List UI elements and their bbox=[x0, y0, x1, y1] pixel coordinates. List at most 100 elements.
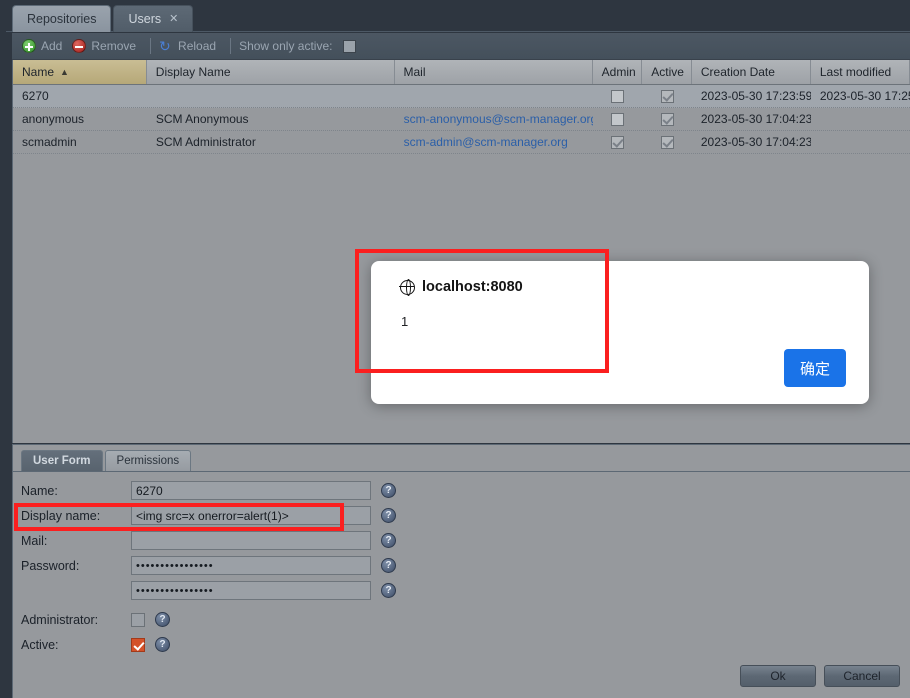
grid-column-header-display_name[interactable]: Display Name bbox=[147, 60, 395, 84]
grid-column-label: Admin bbox=[601, 65, 636, 79]
remove-button-label: Remove bbox=[91, 39, 137, 53]
input-password[interactable] bbox=[131, 556, 371, 575]
input-password-confirm[interactable] bbox=[131, 581, 371, 600]
grid-column-header-name[interactable]: Name ▲ bbox=[13, 60, 147, 84]
form-field-label: Password: bbox=[21, 558, 80, 573]
cell-last_modified: 2023-05-30 17:25: bbox=[819, 89, 910, 103]
tab-repositories[interactable]: Repositories bbox=[12, 5, 112, 32]
help-icon[interactable]: ? bbox=[381, 483, 396, 498]
cancel-button[interactable]: Cancel bbox=[824, 665, 900, 687]
close-icon[interactable]: ✕ bbox=[169, 13, 178, 25]
tab-user-form-label: User Form bbox=[33, 455, 91, 467]
form-button-row: Ok Cancel bbox=[740, 665, 900, 687]
toolbar-separator-2 bbox=[230, 38, 232, 54]
form-row: Name:? bbox=[13, 478, 910, 503]
cell-name: anonymous bbox=[22, 112, 85, 126]
sort-ascending-icon: ▲ bbox=[60, 67, 69, 77]
form-field-label: Name: bbox=[21, 483, 58, 498]
cell-mail bbox=[395, 85, 593, 107]
show-only-active-label: Show only active: bbox=[239, 39, 333, 53]
grid-column-header-last_modified[interactable]: Last modified bbox=[811, 60, 910, 84]
grid-header-row: Name ▲ Display Name Mail Admin Active Creation… bbox=[13, 60, 910, 85]
form-fields: Name:?Display name:?Mail:?Password:?? bbox=[13, 472, 910, 603]
cell-creation_date: 2023-05-30 17:04:23 bbox=[700, 112, 811, 126]
cell-creation_date: 2023-05-30 17:04:23 bbox=[700, 135, 811, 149]
help-icon[interactable]: ? bbox=[155, 612, 170, 627]
grid-column-label: Creation Date bbox=[700, 65, 775, 79]
grid-column-label: Display Name bbox=[155, 65, 231, 79]
active-checkbox bbox=[660, 112, 674, 126]
grid-column-label: Name bbox=[22, 65, 55, 79]
checkbox-active[interactable] bbox=[131, 637, 145, 652]
table-row[interactable]: anonymous SCM Anonymous scm-anonymous@scm-… bbox=[13, 108, 910, 131]
tab-users[interactable]: Users ✕ bbox=[113, 5, 194, 32]
alert-ok-button[interactable]: 确定 bbox=[783, 349, 846, 387]
tab-users-label: Users bbox=[128, 12, 162, 26]
active-checkbox bbox=[660, 89, 674, 103]
admin-checkbox bbox=[611, 135, 625, 149]
form-field-label: Mail: bbox=[21, 533, 48, 548]
grid-column-header-active[interactable]: Active bbox=[642, 60, 692, 84]
input-display-name[interactable] bbox=[131, 506, 371, 525]
cell-display_name: SCM Anonymous bbox=[155, 112, 249, 126]
show-only-active-control[interactable]: Show only active: bbox=[237, 35, 364, 57]
cell-display_name bbox=[147, 85, 395, 107]
grid-column-header-creation_date[interactable]: Creation Date bbox=[692, 60, 811, 84]
tab-strip-left-edge bbox=[0, 0, 6, 32]
checkbox-administrator[interactable] bbox=[131, 612, 145, 627]
application-window: Repositories Users ✕ Add Remove ↻ Reload… bbox=[0, 0, 910, 698]
admin-checkbox bbox=[611, 112, 625, 126]
cell-active bbox=[642, 131, 692, 153]
cell-last_modified bbox=[811, 108, 910, 130]
browser-alert-dialog: localhost:8080 1 确定 bbox=[371, 261, 869, 404]
ok-button[interactable]: Ok bbox=[740, 665, 816, 687]
cell-admin bbox=[593, 131, 643, 153]
table-row[interactable]: 6270 2023-05-30 17:23:59 2023-05-30 17:25: bbox=[13, 85, 910, 108]
add-button[interactable]: Add bbox=[20, 35, 70, 57]
help-icon[interactable]: ? bbox=[155, 637, 170, 652]
remove-icon bbox=[72, 39, 87, 53]
add-icon bbox=[22, 39, 36, 53]
form-tab-strip: User Form Permissions bbox=[13, 445, 910, 472]
table-row[interactable]: scmadmin SCM Administrator scm-admin@scm-m… bbox=[13, 131, 910, 154]
cell-active bbox=[642, 85, 692, 107]
help-icon[interactable]: ? bbox=[381, 508, 396, 523]
remove-button[interactable]: Remove bbox=[70, 35, 144, 57]
cell-mail: scm-admin@scm-manager.org bbox=[403, 135, 568, 149]
active-checkbox bbox=[660, 135, 674, 149]
grid-column-label: Active bbox=[651, 65, 684, 79]
cell-name: 6270 bbox=[22, 89, 49, 103]
form-row: Active:? bbox=[13, 632, 910, 657]
cell-admin bbox=[593, 85, 643, 107]
grid-column-header-admin[interactable]: Admin bbox=[593, 60, 643, 84]
admin-checkbox bbox=[611, 89, 625, 103]
cell-active bbox=[642, 108, 692, 130]
grid-column-label: Last modified bbox=[819, 65, 892, 79]
grid-column-label: Mail bbox=[403, 65, 426, 79]
cell-display_name: SCM Administrator bbox=[155, 135, 256, 149]
alert-origin-text: localhost:8080 bbox=[422, 279, 523, 295]
help-icon[interactable]: ? bbox=[381, 533, 396, 548]
form-checkbox-label: Active: bbox=[21, 637, 59, 652]
form-row: Display name:? bbox=[13, 503, 910, 528]
tab-permissions-label: Permissions bbox=[116, 455, 180, 467]
grid-column-header-mail[interactable]: Mail bbox=[395, 60, 593, 84]
cell-last_modified bbox=[811, 131, 910, 153]
user-form-panel: User Form Permissions Name:?Display name… bbox=[12, 444, 910, 698]
reload-button-label: Reload bbox=[178, 39, 217, 53]
tab-permissions[interactable]: Permissions bbox=[104, 450, 192, 471]
reload-button[interactable]: ↻ Reload bbox=[157, 35, 224, 57]
toolbar-separator-1 bbox=[150, 38, 152, 54]
form-field-label: Display name: bbox=[21, 508, 101, 523]
help-icon[interactable]: ? bbox=[381, 558, 396, 573]
input-name[interactable] bbox=[131, 481, 371, 500]
users-toolbar: Add Remove ↻ Reload Show only active: bbox=[12, 33, 910, 60]
cell-admin bbox=[593, 108, 643, 130]
show-only-active-checkbox[interactable] bbox=[343, 39, 357, 53]
cell-creation_date: 2023-05-30 17:23:59 bbox=[700, 89, 811, 103]
help-icon[interactable]: ? bbox=[381, 583, 396, 598]
grid-body: 6270 2023-05-30 17:23:59 2023-05-30 17:25:… bbox=[13, 85, 910, 154]
input-mail[interactable] bbox=[131, 531, 371, 550]
tab-user-form[interactable]: User Form bbox=[21, 450, 103, 471]
add-button-label: Add bbox=[41, 39, 63, 53]
